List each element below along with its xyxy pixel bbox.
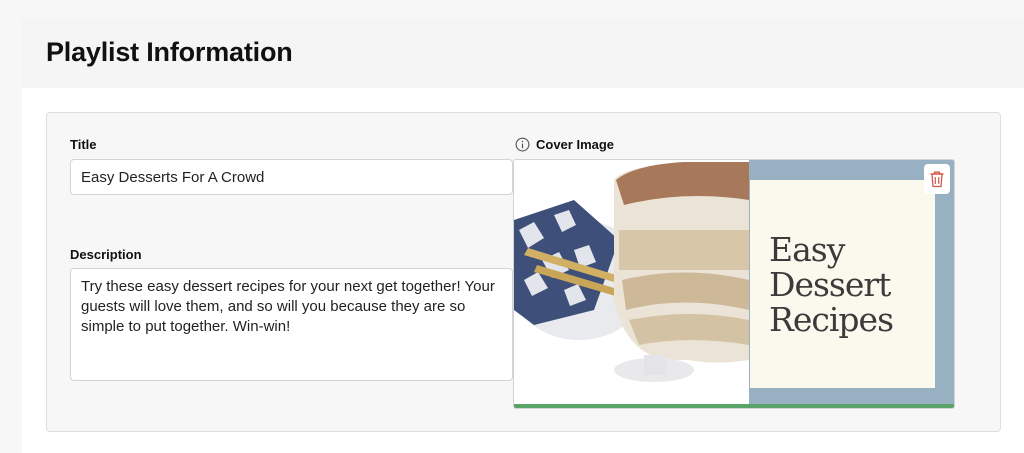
cover-image-text: Easy Dessert Recipes bbox=[769, 230, 894, 339]
page-title: Playlist Information bbox=[46, 37, 293, 67]
description-textarea[interactable]: Try these easy dessert recipes for your … bbox=[70, 268, 513, 381]
cover-text-line: Easy bbox=[769, 230, 845, 269]
cover-text-line: Recipes bbox=[769, 300, 894, 339]
cover-text-line: Dessert bbox=[769, 265, 891, 304]
form-area: Title Description Try these easy dessert… bbox=[22, 88, 1024, 453]
cover-image[interactable]: Easy Dessert Recipes bbox=[513, 159, 955, 409]
title-label: Title bbox=[70, 137, 97, 152]
playlist-info-page: Playlist Information Title Description T… bbox=[22, 18, 1024, 453]
info-icon[interactable] bbox=[515, 137, 530, 152]
trash-icon bbox=[930, 171, 944, 188]
cover-bottom-bar bbox=[514, 404, 954, 408]
playlist-form-card: Title Description Try these easy dessert… bbox=[46, 112, 1001, 432]
cover-image-label-row: Cover Image bbox=[515, 135, 614, 153]
delete-cover-button[interactable] bbox=[924, 164, 950, 194]
page-header: Playlist Information bbox=[22, 18, 1024, 88]
title-input[interactable] bbox=[70, 159, 513, 195]
description-label: Description bbox=[70, 247, 142, 262]
cover-image-label: Cover Image bbox=[536, 136, 615, 152]
